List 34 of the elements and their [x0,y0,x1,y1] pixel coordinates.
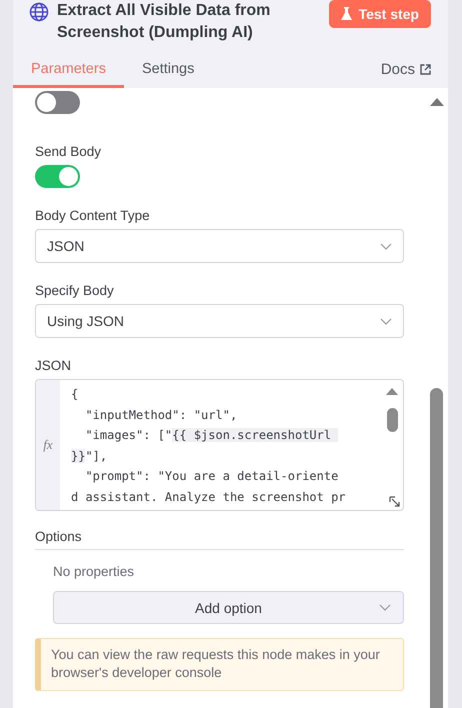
field-label: Body Content Type [35,208,151,223]
select-field[interactable]: Using JSON [35,304,404,338]
toggle-switch[interactable] [35,165,80,188]
scroll-up-icon[interactable] [386,388,398,395]
code-line: { [71,386,80,403]
code-line: "inputMethod": "url", [84,406,238,424]
globe-icon [29,2,49,22]
scrollbar-thumb[interactable] [430,388,443,708]
empty-text: No properties [53,564,136,579]
toggle-switch[interactable] [35,91,80,114]
scrollbar-thumb[interactable] [387,408,398,432]
code-line: "images": ["{{ $json.screenshotUrl [71,425,381,446]
node-title: Extract All Visible Data from Screenshot (Dumpling AI) [57,1,272,43]
select-field[interactable]: JSON [35,229,404,263]
expression-marker: fx [43,437,53,453]
field-label: JSON [35,358,72,373]
chevron-down-icon [379,604,391,611]
field-label: Send Body [35,144,102,159]
options-heading: Options [35,529,404,550]
tab[interactable]: Settings [124,61,212,88]
scroll-up-icon[interactable] [430,98,444,106]
chevron-down-icon [380,242,392,250]
code-editor[interactable]: fx { "inputMethod": "url", "images": ["{{ $json.screenshotUrl }}"], "prompt": "You are a detail-oriente d assistant. Analyze the screenshot pr [35,379,404,511]
code-line: }}"], [71,448,108,464]
resize-icon[interactable] [389,496,401,508]
field-label: Specify Body [35,283,115,298]
docs-link[interactable]: Docs [380,61,431,88]
info-notice: You can view the raw requests this node makes in your browser's developer console [35,638,404,691]
chevron-down-icon [380,318,392,324]
code-line: "prompt": "You are a detail-oriente [84,468,340,485]
external-link-icon [420,64,431,75]
flask-icon [340,7,352,21]
code-line: d assistant. Analyze the screenshot pr [71,488,347,506]
add-option-button[interactable]: Add option [53,591,404,624]
